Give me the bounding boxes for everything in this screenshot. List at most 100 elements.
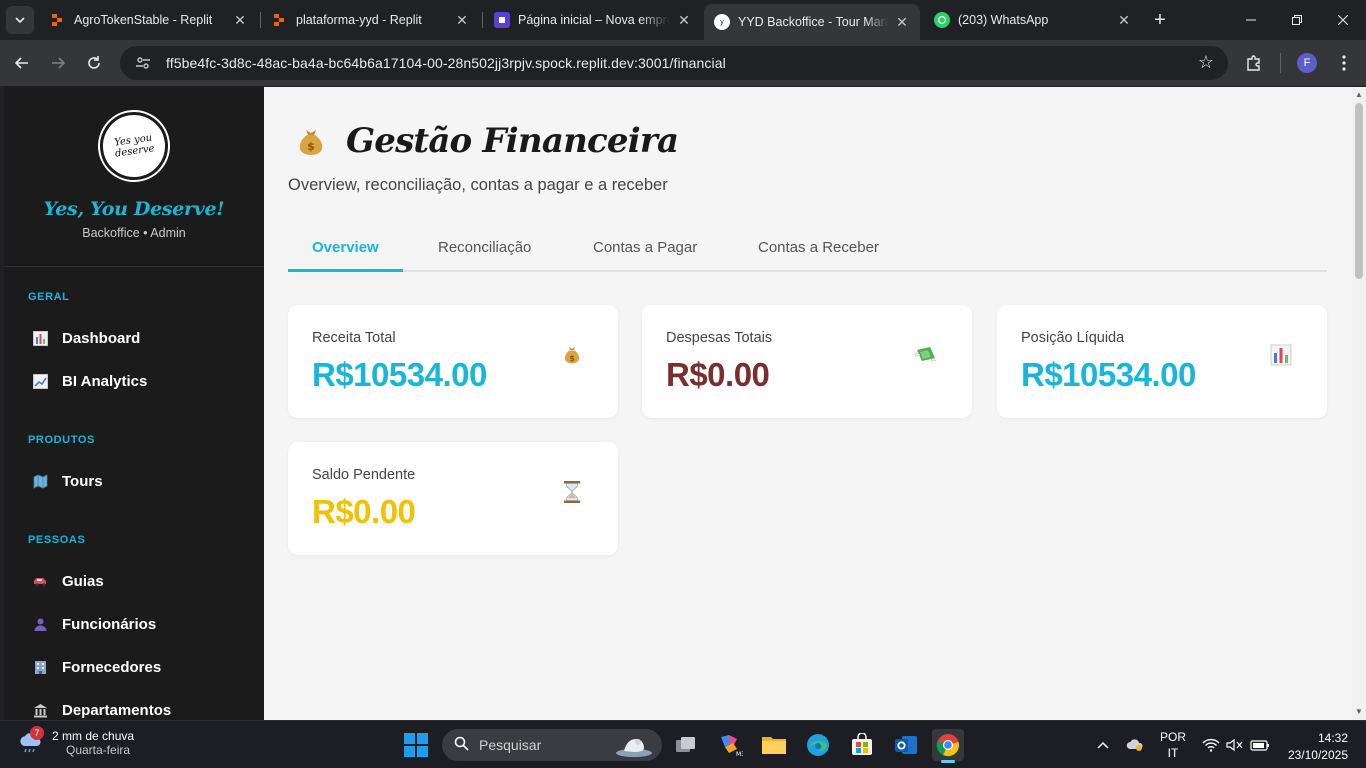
section-title-produtos: PRODUTOS bbox=[28, 434, 95, 446]
new-tab-button[interactable]: + bbox=[1148, 8, 1172, 32]
page-subtitle: Overview, reconciliação, contas a pagar … bbox=[288, 176, 668, 194]
stat-card-receita-total: Receita Total R$10534.00 $ bbox=[288, 305, 618, 418]
taskbar-m365[interactable]: M365 bbox=[714, 729, 746, 761]
tab-title: Página inicial – Nova empresa bbox=[518, 13, 670, 27]
system-clock[interactable]: 14:32 23/10/2025 bbox=[1288, 730, 1348, 764]
sidebar-item-guias[interactable]: Guias bbox=[32, 570, 104, 592]
sidebar-item-label: Fornecedores bbox=[62, 658, 162, 676]
tab-contas-a-receber[interactable]: Contas a Receber bbox=[734, 237, 903, 272]
taskbar-outlook[interactable] bbox=[890, 729, 922, 761]
sidebar-item-label: Departamentos bbox=[62, 701, 172, 719]
sidebar-item-departamentos[interactable]: Departamentos bbox=[32, 699, 171, 720]
sidebar-item-label: BI Analytics bbox=[62, 372, 148, 390]
sidebar-item-funcionarios[interactable]: Funcionários bbox=[32, 613, 156, 635]
sidebar-item-bi-analytics[interactable]: BI Analytics bbox=[32, 370, 147, 392]
sidebar-item-fornecedores[interactable]: Fornecedores bbox=[32, 656, 161, 678]
stat-label: Receita Total bbox=[312, 330, 396, 346]
address-bar[interactable]: ff5be4fc-3d8c-48ac-ba4a-bc64b6a17104-00-… bbox=[120, 46, 1228, 80]
tab-contas-a-pagar[interactable]: Contas a Pagar bbox=[569, 237, 721, 272]
close-icon[interactable]: ✕ bbox=[454, 12, 470, 28]
page-scrollbar[interactable]: ▲ ▼ bbox=[1352, 87, 1366, 720]
close-icon bbox=[1338, 15, 1348, 25]
puzzle-icon bbox=[1247, 55, 1260, 71]
taskbar-file-explorer[interactable] bbox=[758, 729, 790, 761]
money-wings-icon bbox=[914, 343, 938, 367]
close-icon[interactable]: ✕ bbox=[232, 12, 248, 28]
sidebar: Yes you deserve Yes, You Deserve! Backof… bbox=[4, 87, 264, 720]
chevron-up-icon bbox=[1097, 741, 1109, 749]
tab-title: YYD Backoffice - Tour Management bbox=[738, 15, 888, 29]
wifi-icon bbox=[1202, 738, 1220, 752]
browser-tab-plataforma[interactable]: plataforma-yyd - Replit ✕ bbox=[262, 4, 480, 36]
browser-tab-strip: AgroTokenStable - Replit ✕ plataforma-yy… bbox=[0, 0, 1366, 40]
building-icon bbox=[32, 659, 48, 675]
restore-button[interactable] bbox=[1274, 0, 1320, 40]
quick-settings[interactable] bbox=[1202, 721, 1270, 768]
store-icon bbox=[852, 733, 872, 755]
forward-button[interactable] bbox=[44, 49, 72, 77]
minimize-icon bbox=[1246, 19, 1256, 21]
task-view-icon bbox=[676, 737, 695, 752]
sidebar-item-label: Funcionários bbox=[62, 615, 157, 633]
tab-search-button[interactable] bbox=[6, 6, 34, 34]
window-close-button[interactable] bbox=[1320, 0, 1366, 40]
clock-time: 14:32 bbox=[1317, 731, 1348, 745]
brand-logo[interactable]: Yes you deserve bbox=[95, 107, 173, 185]
scroll-up-arrow-icon[interactable]: ▲ bbox=[1354, 90, 1364, 100]
stat-value: R$10534.00 bbox=[1021, 356, 1196, 393]
taskbar-search[interactable]: Pesquisar bbox=[442, 729, 662, 761]
scrollbar-thumb[interactable] bbox=[1355, 103, 1363, 279]
svg-text:M365: M365 bbox=[736, 751, 743, 757]
tab-overview[interactable]: Overview bbox=[288, 237, 403, 272]
search-highlight-icon bbox=[612, 731, 656, 759]
replit-icon bbox=[272, 12, 288, 28]
kebab-menu-icon bbox=[1342, 55, 1346, 71]
taskbar-task-view[interactable] bbox=[670, 729, 702, 761]
browser-tab-pagina-inicial[interactable]: Página inicial – Nova empresa ✕ bbox=[484, 4, 702, 36]
profile-avatar[interactable]: F bbox=[1297, 53, 1317, 73]
back-button[interactable] bbox=[8, 49, 36, 77]
browser-tab-agrotoken[interactable]: AgroTokenStable - Replit ✕ bbox=[40, 4, 258, 36]
tab-title: AgroTokenStable - Replit bbox=[74, 13, 213, 27]
weather-widget[interactable]: 7 2 mm de chuva Quarta-feira bbox=[18, 726, 134, 757]
brand-name: Yes, You Deserve! bbox=[43, 198, 225, 220]
taskbar-edge[interactable] bbox=[802, 729, 834, 761]
url-text: ff5be4fc-3d8c-48ac-ba4a-bc64b6a17104-00-… bbox=[166, 55, 726, 71]
close-icon[interactable]: ✕ bbox=[894, 14, 910, 30]
reload-button[interactable] bbox=[80, 49, 108, 77]
scroll-down-arrow-icon[interactable]: ▼ bbox=[1354, 707, 1364, 717]
taskbar-store[interactable] bbox=[846, 729, 878, 761]
section-title-geral: GERAL bbox=[28, 291, 70, 303]
stat-card-despesas-totais: Despesas Totais R$0.00 bbox=[642, 305, 972, 418]
browser-menu-button[interactable] bbox=[1330, 49, 1358, 77]
browser-toolbar: ff5be4fc-3d8c-48ac-ba4a-bc64b6a17104-00-… bbox=[0, 40, 1366, 86]
taskbar-chrome[interactable] bbox=[932, 729, 964, 763]
language-indicator[interactable]: POR IT bbox=[1160, 721, 1186, 768]
site-info-icon[interactable] bbox=[132, 52, 154, 74]
page-viewport: Yes you deserve Yes, You Deserve! Backof… bbox=[4, 87, 1352, 720]
minimize-button[interactable] bbox=[1228, 0, 1274, 40]
whatsapp-icon bbox=[934, 12, 950, 28]
bar-chart-icon bbox=[1269, 343, 1293, 367]
show-hidden-icons[interactable] bbox=[1096, 721, 1110, 768]
tab-title: plataforma-yyd - Replit bbox=[296, 13, 422, 27]
close-icon[interactable]: ✕ bbox=[676, 12, 692, 28]
speaker-muted-icon bbox=[1226, 738, 1243, 752]
weather-line-2: Quarta-feira bbox=[66, 743, 131, 757]
folder-icon bbox=[762, 737, 786, 754]
sidebar-item-tours[interactable]: Tours bbox=[32, 470, 103, 492]
browser-tab-yyd-backoffice[interactable]: y YYD Backoffice - Tour Management ✕ bbox=[704, 4, 920, 40]
start-button[interactable] bbox=[404, 733, 428, 757]
tab-reconciliacao[interactable]: Reconciliação bbox=[414, 237, 555, 272]
tray-weather[interactable] bbox=[1126, 721, 1144, 768]
cloud-icon bbox=[1126, 739, 1143, 751]
bookmark-star-icon[interactable]: ☆ bbox=[1198, 52, 1214, 73]
sidebar-item-dashboard[interactable]: Dashboard bbox=[32, 327, 140, 349]
hourglass-icon bbox=[560, 480, 584, 504]
extensions-button[interactable] bbox=[1240, 49, 1268, 77]
bank-icon bbox=[32, 702, 48, 718]
close-icon[interactable]: ✕ bbox=[1116, 12, 1132, 28]
active-indicator bbox=[941, 760, 955, 763]
browser-tab-whatsapp[interactable]: (203) WhatsApp ✕ bbox=[924, 4, 1142, 36]
stat-label: Despesas Totais bbox=[666, 330, 773, 346]
